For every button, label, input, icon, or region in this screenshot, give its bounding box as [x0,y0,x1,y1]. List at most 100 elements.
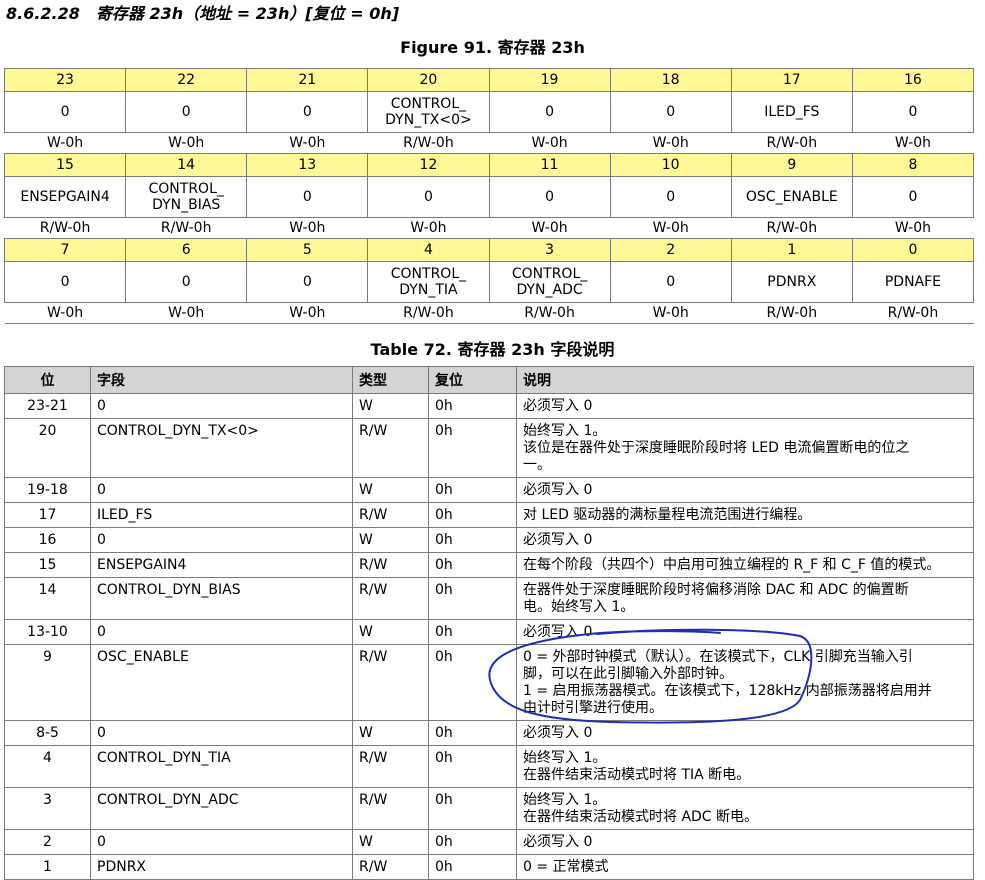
bit-number-cell: 2 [609,238,732,262]
bit-reset-cell: W-0h [246,302,368,324]
bit-field-name-row: ENSEPGAIN4 CONTROL_ DYN_BIAS 0 0 0 0 OSC_ENABLE… [3,176,975,218]
field-bit-cell: 3 [4,787,91,830]
description-line: 在器件结束活动模式时将 TIA 断电。 [523,767,751,783]
description-line: 始终写入 1。 [523,423,607,439]
field-description-cell: 始终写入 1。 在器件结束活动模式时将 TIA 断电。 [516,745,974,788]
field-row: 14 CONTROL_DYN_BIAS R/W 0h 在器件处于深度睡眠阶段时将偏移消除… [4,577,974,620]
bit-field-name-cell: 0 [609,261,732,303]
bit-reset-cell: W-0h [610,217,732,239]
bit-number-cell: 11 [488,153,611,177]
bit-field-name-text: 0 [545,104,555,120]
bit-field-name-text: OSC_ENABLE [745,189,838,205]
bit-field-name-text: 0 [60,274,70,290]
register-bit-map: 23 22 21 20 19 18 17 16 0 0 0 CONTROL_ DYN_TX<0> 0 0 IL… [3,68,975,324]
bit-field-name-text: PDNRX [767,274,817,290]
bit-number-cell: 21 [246,68,369,92]
section-title: 8.6.2.28 寄存器 23h（地址 = 23h）[复位 = 0h] [6,4,400,23]
bit-field-name-text: 0 [181,104,191,120]
description-line: 在每个阶段（共四个）中启用可独立编程的 R_F 和 C_F 值的模式。 [523,557,941,573]
field-name-cell: CONTROL_DYN_ADC [90,787,353,830]
bit-field-name-text: 0 [666,189,676,205]
bit-field-name-cell: 0 [488,91,611,133]
table-title: Table 72. 寄存器 23h 字段说明 [370,340,615,359]
bit-field-name-text: 0 [181,274,191,290]
field-row: 23-21 0 W 0h 必须写入 0 [4,393,974,419]
bit-field-name-text: CONTROL_ [390,96,467,112]
bit-reset-row: R/W-0h R/W-0h W-0h W-0h W-0h W-0h R/W-0h W-0h [4,217,974,239]
bit-reset-cell: W-0h [489,217,611,239]
description-line: 必须写入 0 [523,725,593,741]
field-description-cell: 必须写入 0 [516,619,974,645]
field-row: 19-18 0 W 0h 必须写入 0 [4,477,974,503]
field-row: 15 ENSEPGAIN4 R/W 0h 在每个阶段（共四个）中启用可独立编程的 R_F… [4,552,974,578]
description-line: 该位是在器件处于深度睡眠阶段时将 LED 电流偏置断电的位之 [523,440,910,456]
bit-field-name-text: 0 [666,104,676,120]
field-type-cell: R/W [352,644,429,721]
bit-reset-cell: W-0h [125,302,247,324]
field-description-table: 位 字段 类型 复位 说明 23-21 0 W 0h 必须写入 0 20 CONTROL_D… [4,366,974,880]
field-bit-cell: 8-5 [4,720,91,746]
bit-reset-cell: W-0h [4,132,126,154]
bit-reset-cell: R/W-0h [4,217,126,239]
field-type-cell: W [352,527,429,553]
bit-number-row: 15 14 13 12 11 10 9 8 [3,153,975,177]
bit-field-name-text: CONTROL_ [511,266,588,282]
bit-reset-cell: W-0h [852,132,974,154]
bit-number-cell: 0 [851,238,975,262]
bit-reset-row: W-0h W-0h W-0h R/W-0h R/W-0h W-0h R/W-0h R/W-0h [4,302,974,324]
field-type-cell: R/W [352,787,429,830]
bit-field-name-cell: 0 [3,261,127,303]
field-row: 16 0 W 0h 必须写入 0 [4,527,974,553]
bit-number-cell: 4 [367,238,490,262]
field-description-cell: 始终写入 1。 在器件结束活动模式时将 ADC 断电。 [516,787,974,830]
bit-field-name-text: 0 [423,189,433,205]
column-header-type: 类型 [352,366,429,394]
bit-number-row: 23 22 21 20 19 18 17 16 [3,68,975,92]
bit-field-name-cell: 0 [125,261,248,303]
description-line: 由计时引擎进行使用。 [523,700,663,716]
field-type-cell: W [352,829,429,855]
column-header-bit: 位 [4,366,91,394]
field-description-cell: 必须写入 0 [516,477,974,503]
description-line: 必须写入 0 [523,532,593,548]
field-name-cell: 0 [90,619,353,645]
description-line: 脚，可以在此引脚输入外部时钟。 [523,666,733,682]
bit-number-cell: 18 [609,68,732,92]
bit-field-name-text: CONTROL_ [390,266,467,282]
field-type-cell: R/W [352,745,429,788]
bit-field-name-cell: 0 [125,91,248,133]
bit-field-name-cell: PDNAFE [851,261,975,303]
bit-reset-row: W-0h W-0h W-0h R/W-0h W-0h W-0h R/W-0h W-0h [4,132,974,154]
field-bit-cell: 2 [4,829,91,855]
bit-field-name-row: 0 0 0 CONTROL_ DYN_TX<0> 0 0 ILED_FS 0 [3,91,975,133]
bit-field-name-cell: 0 [246,176,369,218]
field-reset-cell: 0h [428,418,517,478]
field-name-cell: CONTROL_DYN_TIA [90,745,353,788]
description-line: 必须写入 0 [523,482,593,498]
bit-field-name-cell: 0 [851,91,975,133]
field-description-cell: 必须写入 0 [516,829,974,855]
bit-reset-cell: W-0h [489,132,611,154]
field-description-cell: 始终写入 1。 该位是在器件处于深度睡眠阶段时将 LED 电流偏置断电的位之 一。 [516,418,974,478]
bit-number-cell: 14 [125,153,248,177]
bit-reset-cell: R/W-0h [731,217,853,239]
field-row: 3 CONTROL_DYN_ADC R/W 0h 始终写入 1。 在器件结束活动模式时将 … [4,787,974,830]
field-bit-cell: 1 [4,854,91,880]
field-reset-cell: 0h [428,829,517,855]
bit-field-name-cell: CONTROL_ DYN_TIA [367,261,490,303]
field-bit-cell: 15 [4,552,91,578]
bit-reset-cell: R/W-0h [367,302,489,324]
bit-field-name-text: 0 [302,104,312,120]
field-description-cell: 对 LED 驱动器的满标量程电流范围进行编程。 [516,502,974,528]
field-bit-cell: 14 [4,577,91,620]
field-reset-cell: 0h [428,393,517,419]
field-description-cell: 必须写入 0 [516,720,974,746]
bit-number-cell: 22 [125,68,248,92]
field-name-cell: ENSEPGAIN4 [90,552,353,578]
field-row: 4 CONTROL_DYN_TIA R/W 0h 始终写入 1。 在器件结束活动模式时将 … [4,745,974,788]
bit-number-cell: 23 [3,68,127,92]
field-name-cell: ILED_FS [90,502,353,528]
field-row: 9 OSC_ENABLE R/W 0h 0 = 外部时钟模式（默认）。在该模式下，CLK… [4,644,974,721]
description-line: 必须写入 0 [523,398,593,414]
field-type-cell: R/W [352,502,429,528]
